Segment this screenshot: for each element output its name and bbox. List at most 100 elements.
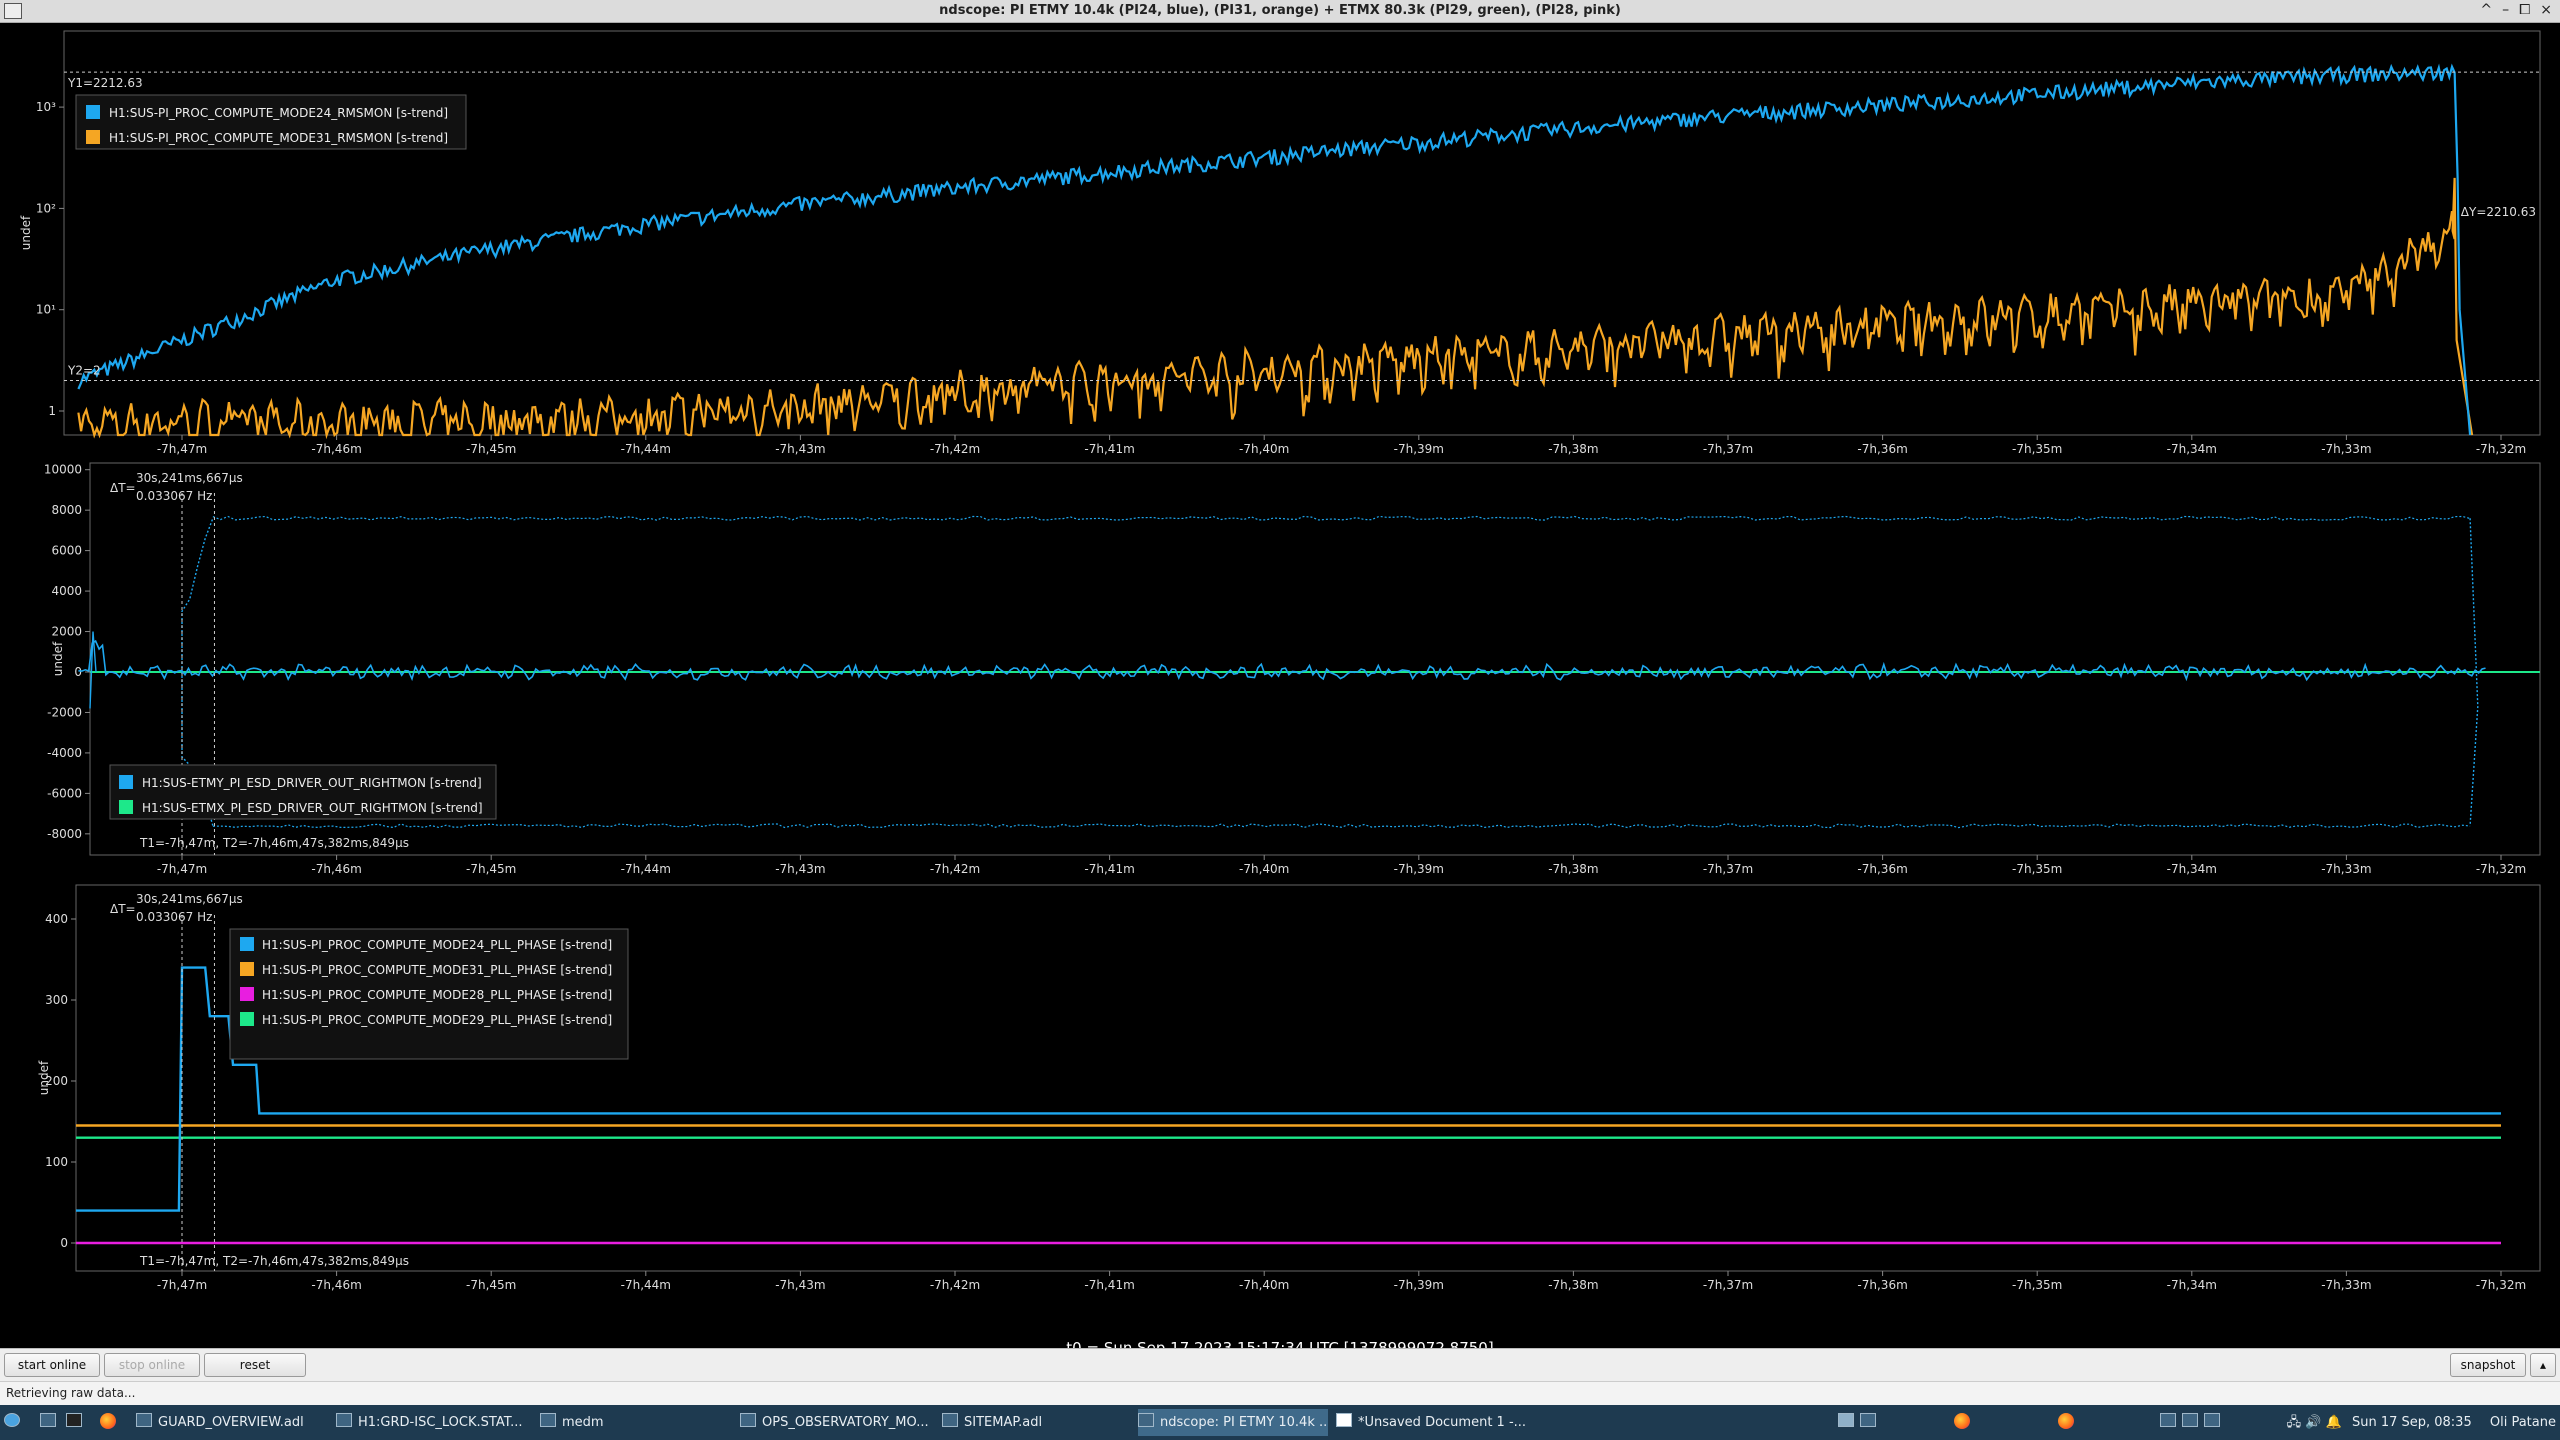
legend-plot1: H1:SUS-PI_PROC_COMPUTE_MODE24_RMSMON [s-…: [75, 94, 467, 150]
y-tick-label: 400: [45, 912, 68, 926]
x-tick-label: -7h,44m: [621, 1278, 671, 1292]
desktop-pager[interactable]: [2160, 1409, 2250, 1436]
status-bar: Retrieving raw data...: [0, 1381, 2560, 1406]
shade-button[interactable]: ^: [2480, 2, 2492, 18]
x-tick-label: -7h,38m: [1548, 862, 1598, 876]
window-icon: [540, 1413, 556, 1427]
x-tick-label: -7h,37m: [1703, 862, 1753, 876]
firefox-icon[interactable]: [100, 1409, 124, 1436]
notification-icon[interactable]: 🔔: [2326, 1415, 2342, 1430]
t-cursor-label: T1=-7h,47m, T2=-7h,46m,47s,382ms,849µs: [139, 1254, 409, 1268]
x-tick-label: -7h,36m: [1857, 442, 1907, 456]
x-tick-label: -7h,47m: [157, 1278, 207, 1292]
legend-label: H1:SUS-ETMX_PI_ESD_DRIVER_OUT_RIGHTMON […: [142, 801, 483, 815]
user-name: Oli Patane: [2489, 1415, 2556, 1430]
button-bar: start online stop online reset snapshot …: [0, 1348, 2560, 1381]
window-title: ndscope: PI ETMY 10.4k (PI24, blue), (PI…: [939, 3, 1621, 18]
start-menu-icon[interactable]: [4, 1409, 28, 1436]
terminal-icon[interactable]: [66, 1409, 86, 1436]
x-tick-label: -7h,35m: [2012, 442, 2062, 456]
x-tick-label: -7h,47m: [157, 442, 207, 456]
y2-cursor-label: Y2=2: [67, 364, 101, 378]
snapshot-button[interactable]: snapshot: [2450, 1353, 2526, 1377]
stop-online-button[interactable]: stop online: [104, 1353, 200, 1377]
x-tick-label: -7h,47m: [157, 862, 207, 876]
y-tick-label: -4000: [47, 746, 82, 760]
task-guard-overview[interactable]: GUARD_OVERVIEW.adl: [136, 1409, 326, 1436]
x-tick-label: -7h,41m: [1084, 1278, 1134, 1292]
x-tick-label: -7h,42m: [930, 1278, 980, 1292]
snapshot-menu-button[interactable]: ▴: [2530, 1353, 2556, 1377]
x-tick-label: -7h,35m: [2012, 862, 2062, 876]
volume-icon[interactable]: 🔊: [2305, 1415, 2321, 1430]
freq-label: 0.033067 Hz: [136, 489, 212, 503]
status-text: Retrieving raw data...: [6, 1386, 136, 1400]
y-tick-label: 10³: [36, 100, 56, 114]
clock[interactable]: Sun 17 Sep, 08:35: [2352, 1415, 2472, 1430]
x-tick-label: -7h,32m: [2476, 862, 2526, 876]
firefox-window-icon-2[interactable]: [2058, 1409, 2088, 1436]
task-ops-observatory[interactable]: OPS_OBSERVATORY_MO...: [740, 1409, 940, 1436]
x-tick-label: -7h,36m: [1857, 1278, 1907, 1292]
x-tick-label: -7h,41m: [1084, 442, 1134, 456]
task-unsaved-document[interactable]: *Unsaved Document 1 -...: [1336, 1409, 1536, 1436]
legend-swatch: [119, 800, 133, 814]
x-tick-label: -7h,39m: [1394, 1278, 1444, 1292]
window-icon: [740, 1413, 756, 1427]
firefox-window-icon[interactable]: [1954, 1409, 1984, 1436]
legend-swatch: [240, 937, 254, 951]
legend-swatch: [86, 130, 100, 144]
plot-panel-1: -7h,47m -7h,46m -7h,45m -7h,44m -7h,43m -7h,4…: [19, 30, 2541, 456]
dt-cursor-label: ΔT=: [110, 481, 136, 495]
task-sitemap[interactable]: SITEMAP.adl: [942, 1409, 1132, 1436]
workspace-switcher[interactable]: [1838, 1409, 1898, 1436]
network-icon[interactable]: 🖧: [2287, 1415, 2302, 1430]
legend-label: H1:SUS-PI_PROC_COMPUTE_MODE31_RMSMON [s-…: [109, 131, 448, 145]
x-tick-label: -7h,40m: [1239, 442, 1289, 456]
files-icon[interactable]: [40, 1409, 60, 1436]
dt-value-label: 30s,241ms,667µs: [136, 471, 243, 485]
y-tick-label: -2000: [47, 705, 82, 719]
x-tick-label: -7h,39m: [1394, 862, 1444, 876]
y-axis-label: undef: [19, 215, 33, 250]
minimize-button[interactable]: –: [2502, 2, 2509, 18]
x-tick-label: -7h,45m: [466, 1278, 516, 1292]
task-ndscope[interactable]: ndscope: PI ETMY 10.4k ...: [1138, 1409, 1328, 1436]
maximize-button[interactable]: ⧠: [2519, 2, 2530, 18]
y-tick-label: 8000: [51, 503, 82, 517]
freq-label: 0.033067 Hz: [136, 910, 212, 924]
legend-label: H1:SUS-PI_PROC_COMPUTE_MODE29_PLL_PHASE …: [262, 1013, 612, 1027]
x-tick-label: -7h,43m: [775, 862, 825, 876]
ndscope-plot-area[interactable]: -7h,47m -7h,46m -7h,45m -7h,44m -7h,43m -7h,4…: [0, 23, 2560, 1357]
dt-value-label: 30s,241ms,667µs: [136, 892, 243, 906]
reset-button[interactable]: reset: [204, 1353, 306, 1377]
x-tick-label: -7h,32m: [2476, 1278, 2526, 1292]
legend-plot2: H1:SUS-ETMY_PI_ESD_DRIVER_OUT_RIGHTMON […: [109, 764, 497, 820]
y-tick-label: 300: [45, 993, 68, 1007]
close-button[interactable]: ×: [2540, 2, 2552, 18]
x-tick-label: -7h,37m: [1703, 1278, 1753, 1292]
x-tick-label: -7h,38m: [1548, 442, 1598, 456]
y-tick-label: 4000: [51, 584, 82, 598]
window-icon: [1138, 1413, 1154, 1427]
window-icon: [136, 1413, 152, 1427]
task-medm[interactable]: medm: [540, 1409, 730, 1436]
x-tick-label: -7h,37m: [1703, 442, 1753, 456]
x-tick-label: -7h,34m: [2167, 442, 2217, 456]
start-online-button[interactable]: start online: [4, 1353, 100, 1377]
y-tick-label: 10²: [36, 201, 56, 215]
legend-plot3: H1:SUS-PI_PROC_COMPUTE_MODE24_PLL_PHASE …: [229, 928, 629, 1060]
x-tick-label: -7h,40m: [1239, 1278, 1289, 1292]
x-tick-label: -7h,42m: [930, 442, 980, 456]
legend-swatch: [240, 1012, 254, 1026]
plots-canvas[interactable]: -7h,47m -7h,46m -7h,45m -7h,44m -7h,43m -7h,4…: [0, 23, 2560, 1348]
task-grd-isc-lock[interactable]: H1:GRD-ISC_LOCK.STAT...: [336, 1409, 536, 1436]
window-controls: ^ – ⧠ ×: [2480, 2, 2552, 18]
x-tick-label: -7h,45m: [466, 862, 516, 876]
legend-swatch: [240, 987, 254, 1001]
window-titlebar: ndscope: PI ETMY 10.4k (PI24, blue), (PI…: [0, 0, 2560, 23]
x-tick-label: -7h,33m: [2321, 442, 2371, 456]
dy-cursor-label: ΔY=2210.63: [2461, 205, 2536, 219]
plot-panel-3: -7h,47m -7h,46m -7h,45m -7h,44m -7h,43m -7h,4…: [37, 884, 2541, 1292]
dt-cursor-label: ΔT=: [110, 902, 136, 916]
